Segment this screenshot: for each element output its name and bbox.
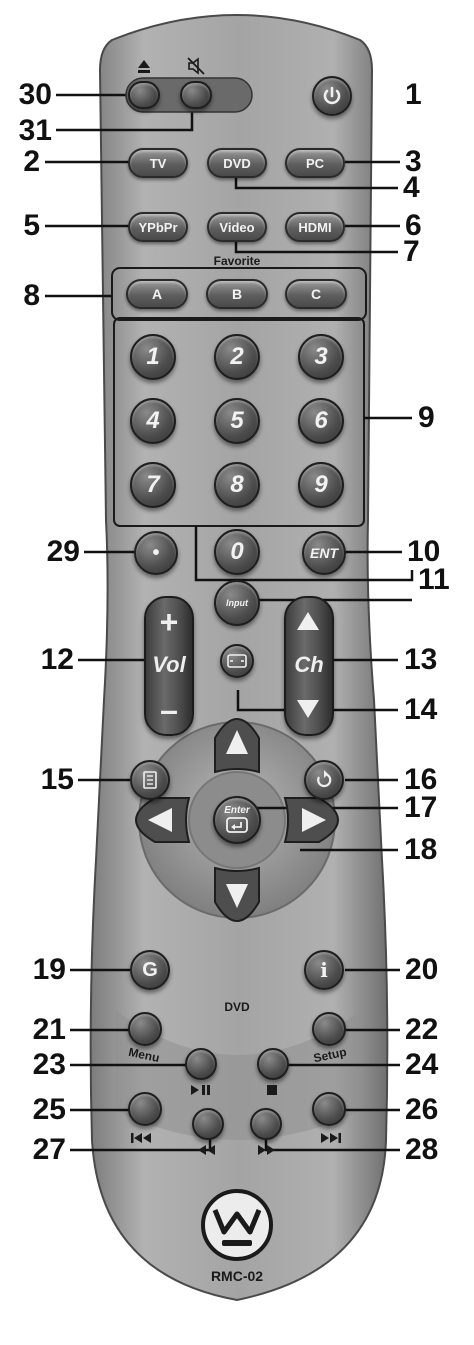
favorite-a-button[interactable]: A (126, 279, 188, 309)
callout-7: 7 (403, 235, 420, 268)
guide-button[interactable]: G (130, 950, 170, 990)
callout-5: 5 (23, 209, 40, 242)
dvd-setup-button[interactable] (312, 1012, 346, 1046)
favorite-b-button[interactable]: B (206, 279, 268, 309)
next-icon (321, 1133, 341, 1143)
callout-11: 11 (418, 563, 450, 596)
callout-24: 24 (405, 1048, 439, 1081)
guide-icon: G (142, 958, 158, 981)
callout-23: 23 (32, 1048, 66, 1081)
model-label: RMC-02 (210, 1268, 264, 1284)
dvd-button[interactable]: DVD (207, 148, 267, 178)
volume-minus-icon: – (160, 692, 178, 728)
callout-21: 21 (32, 1013, 66, 1046)
digit-4-button[interactable]: 4 (130, 398, 176, 444)
callout-27: 27 (32, 1133, 66, 1166)
eject-icon (138, 60, 150, 73)
video-button[interactable]: Video (207, 212, 267, 242)
aspect-ratio-button[interactable] (220, 644, 254, 678)
dvd-menu-button[interactable] (128, 1012, 162, 1046)
input-button[interactable]: Input (214, 580, 260, 626)
return-button[interactable] (304, 760, 344, 800)
callout-25: 25 (32, 1093, 66, 1126)
callout-1: 1 (405, 78, 422, 111)
digit-5-button[interactable]: 5 (214, 398, 260, 444)
callout-12: 12 (40, 643, 74, 676)
callout-30: 30 (18, 78, 52, 111)
play-pause-button[interactable] (185, 1048, 217, 1080)
callout-28: 28 (405, 1133, 439, 1166)
callout-20: 20 (405, 953, 439, 986)
eject-button[interactable] (128, 81, 160, 109)
volume-label: Vol (152, 652, 186, 677)
callout-4: 4 (403, 171, 420, 204)
next-button[interactable] (312, 1092, 346, 1126)
favorite-c-button[interactable]: C (285, 279, 347, 309)
callout-8: 8 (23, 279, 40, 312)
channel-label: Ch (294, 652, 324, 677)
digit-0-button[interactable]: 0 (214, 529, 260, 575)
stop-icon (267, 1085, 277, 1095)
callout-31: 31 (18, 114, 52, 147)
stop-button[interactable] (257, 1048, 289, 1080)
channel-down-icon (297, 700, 319, 718)
rewind-button[interactable] (192, 1108, 224, 1140)
previous-icon (131, 1133, 151, 1143)
callout-2: 2 (23, 145, 40, 178)
callout-14: 14 (404, 693, 438, 726)
callout-15: 15 (40, 763, 74, 796)
callout-18: 18 (404, 833, 438, 866)
digit-6-button[interactable]: 6 (298, 398, 344, 444)
digit-2-button[interactable]: 2 (214, 334, 260, 380)
callout-22: 22 (405, 1013, 439, 1046)
menu-button[interactable] (130, 760, 170, 800)
dvd-section-label: DVD (224, 1000, 250, 1014)
digit-1-button[interactable]: 1 (130, 334, 176, 380)
volume-rocker[interactable]: + Vol – (144, 596, 194, 736)
digit-8-button[interactable]: 8 (214, 462, 260, 508)
volume-plus-icon: + (159, 604, 179, 640)
power-icon (323, 86, 341, 105)
ypbpr-button[interactable]: YPbPr (128, 212, 188, 242)
digit-7-button[interactable]: 7 (130, 462, 176, 508)
callout-9: 9 (418, 401, 435, 434)
channel-up-icon (297, 612, 319, 630)
enter-button[interactable]: Enter (213, 796, 261, 844)
pc-button[interactable]: PC (285, 148, 345, 178)
callout-13: 13 (404, 643, 438, 676)
mute-button[interactable] (180, 81, 212, 109)
westinghouse-logo (201, 1189, 273, 1261)
fast-forward-icon (258, 1145, 275, 1155)
hdmi-button[interactable]: HDMI (285, 212, 345, 242)
digit-3-button[interactable]: 3 (298, 334, 344, 380)
tv-button[interactable]: TV (128, 148, 188, 178)
callout-17: 17 (404, 791, 438, 824)
enter-label: Enter (224, 805, 250, 816)
return-icon (317, 770, 332, 788)
aspect-ratio-icon (227, 654, 247, 668)
mute-icon (187, 57, 205, 75)
power-button[interactable] (312, 76, 352, 116)
menu-icon (143, 771, 157, 789)
digit-9-button[interactable]: 9 (298, 462, 344, 508)
callout-29: 29 (46, 535, 80, 568)
enter-icon (226, 817, 248, 833)
previous-button[interactable] (128, 1092, 162, 1126)
info-icon: i (320, 958, 328, 982)
info-button[interactable]: i (304, 950, 344, 990)
fast-forward-button[interactable] (250, 1108, 282, 1140)
favorite-label: Favorite (213, 254, 261, 268)
dot-button[interactable]: • (134, 531, 178, 575)
callout-26: 26 (405, 1093, 439, 1126)
ent-button[interactable]: ENT (302, 531, 346, 575)
play-pause-icon (191, 1085, 210, 1095)
callout-19: 19 (32, 953, 66, 986)
channel-rocker[interactable]: Ch (284, 596, 334, 736)
rewind-icon (198, 1145, 215, 1155)
